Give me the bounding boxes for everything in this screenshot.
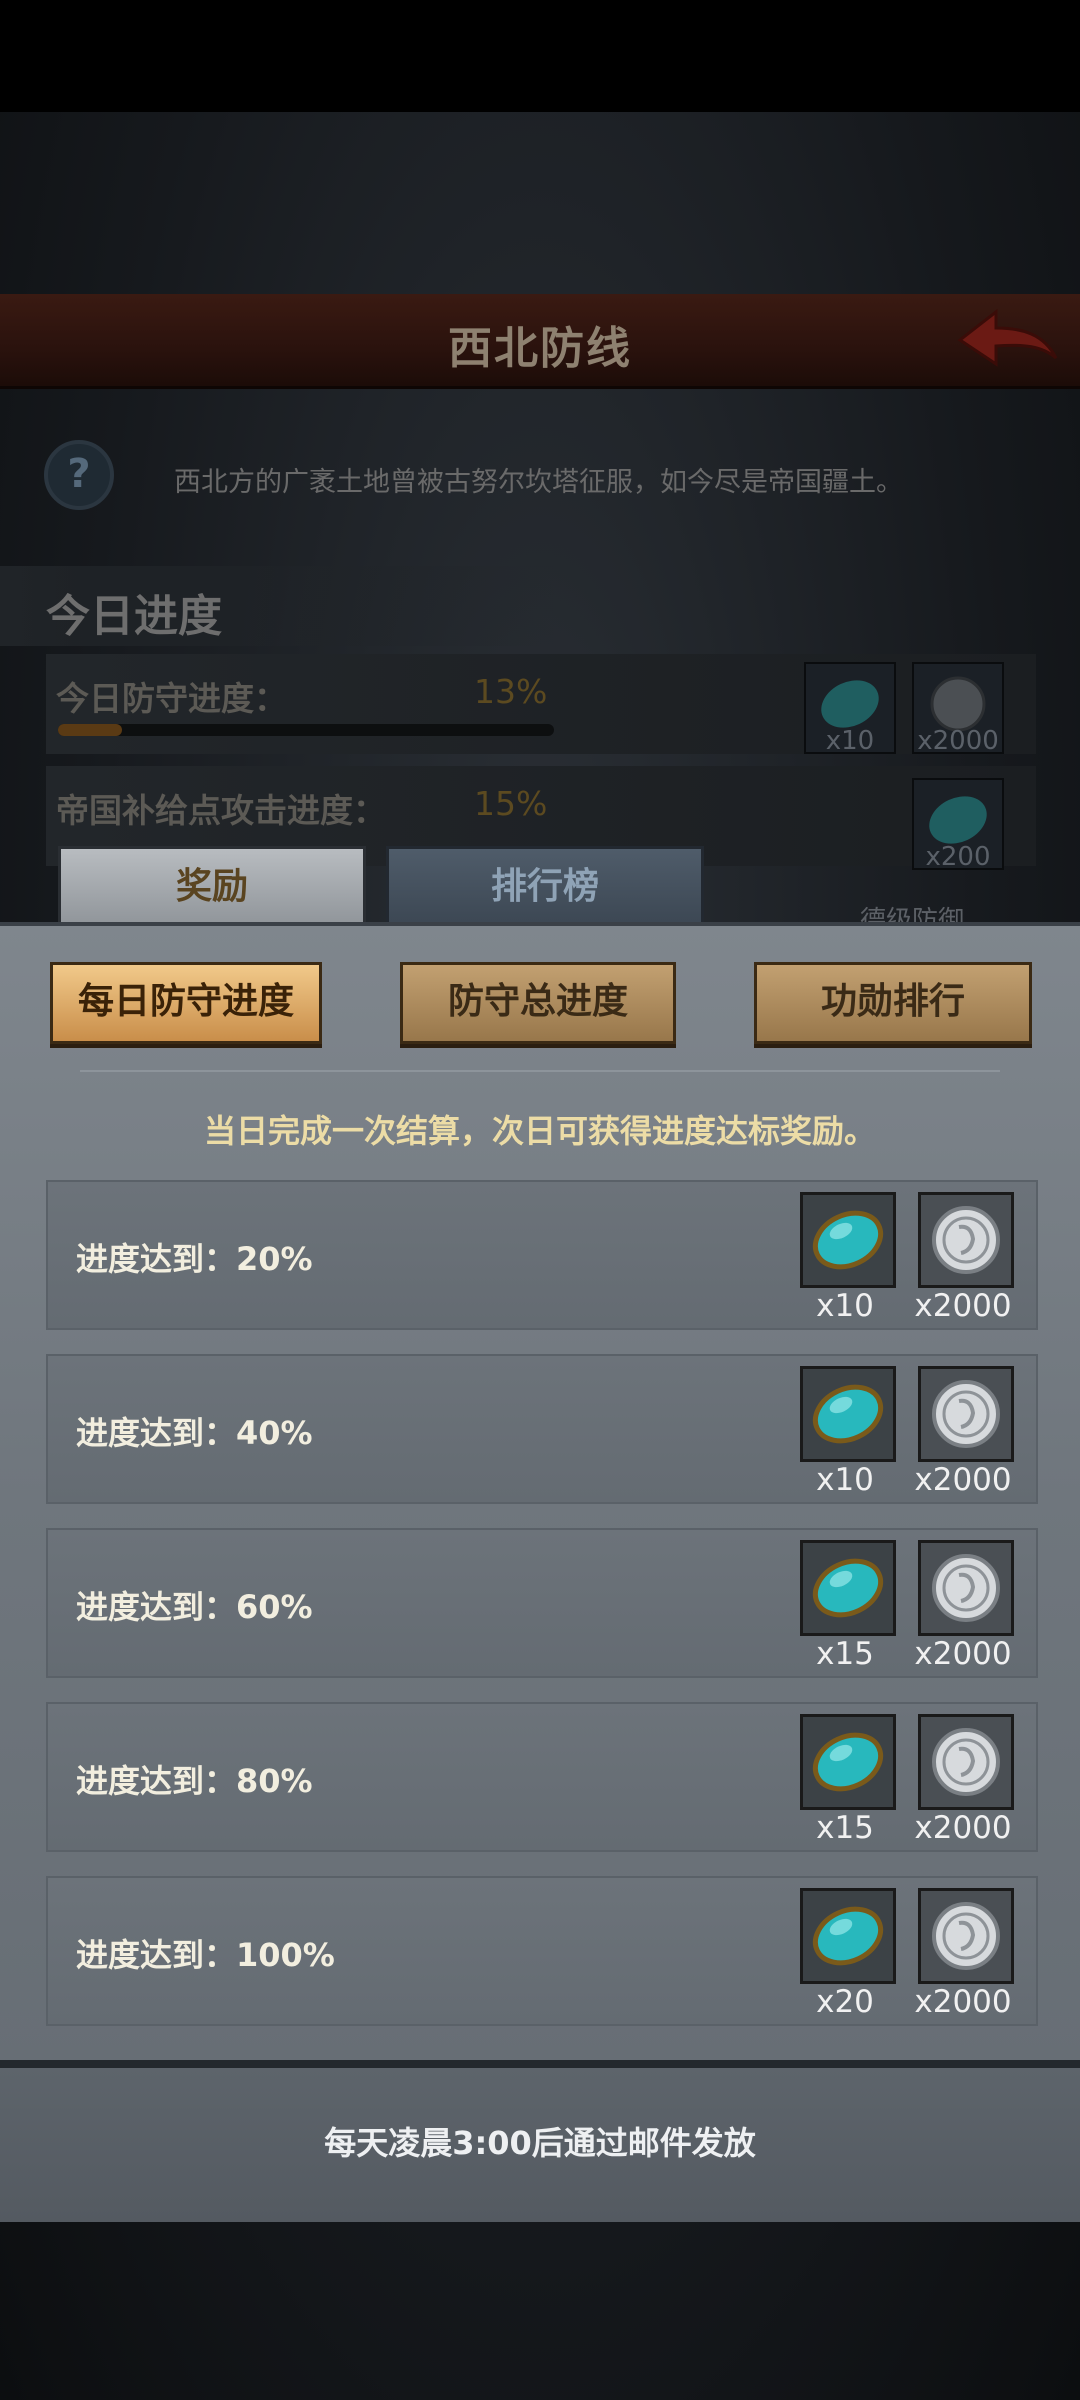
gem-quantity: x15 (816, 1636, 874, 1672)
coin-quantity: x2000 (914, 1462, 1012, 1498)
silver-coin-icon (932, 1902, 1000, 1970)
gem-item[interactable] (800, 1192, 896, 1288)
progress-label: 今日防守进度： (56, 679, 287, 718)
section-title: 今日进度 (46, 591, 222, 642)
gem-icon (812, 1906, 884, 1966)
progress-track (58, 724, 554, 736)
gem-slot[interactable]: x10 (804, 662, 896, 756)
description-text: 西北方的广袤土地曾被古努尔坎塔征服，如今尽是帝国疆土。 (174, 467, 903, 498)
gem-slot[interactable]: x200 (912, 778, 1004, 872)
silver-coin-item[interactable] (918, 1888, 1014, 1984)
gem-icon (812, 1732, 884, 1792)
progress-percent: 15% (474, 784, 548, 823)
notice-text: 当日完成一次结算，次日可获得进度达标奖励。 (203, 1112, 876, 1150)
description-row: ? 西北方的广袤土地曾被古努尔坎塔征服，如今尽是帝国疆土。 (0, 420, 1080, 520)
reward-row: 进度达到：40% x10 x2000 (46, 1354, 1038, 1504)
silver-coin-icon (932, 1554, 1000, 1622)
divider (80, 1070, 1000, 1072)
gem-quantity: x10 (816, 1288, 874, 1324)
silver-coin-item[interactable] (918, 1714, 1014, 1810)
progress-fill (58, 724, 123, 736)
coin-quantity: x2000 (914, 1810, 1012, 1846)
gem-quantity: x200 (925, 842, 991, 872)
section-heading: 今日进度 (0, 566, 560, 646)
reward-row: 进度达到：100% x20 x2000 (46, 1876, 1038, 2026)
coin-quantity: x2000 (914, 1288, 1012, 1324)
silver-coin-item[interactable] (918, 1192, 1014, 1288)
coin-slot[interactable]: x2000 (912, 662, 1004, 756)
gem-icon (812, 1384, 884, 1444)
reward-threshold-label: 进度达到：20% (76, 1240, 313, 1278)
coin-quantity: x2000 (914, 1636, 1012, 1672)
gem-quantity: x10 (825, 726, 875, 756)
silver-coin-icon (932, 1728, 1000, 1796)
tab-leaderboard[interactable]: 排行榜 (386, 846, 704, 932)
gem-item[interactable] (800, 1888, 896, 1984)
daily-defense-progress-button[interactable]: 每日防守进度 (50, 962, 322, 1044)
reward-row: 进度达到：80% x15 x2000 (46, 1702, 1038, 1852)
reward-row: 进度达到：20% x10 x2000 (46, 1180, 1038, 1330)
gem-quantity: x10 (816, 1462, 874, 1498)
status-bar (0, 0, 1080, 112)
coin-quantity: x2000 (914, 1984, 1012, 2020)
gem-quantity: x20 (816, 1984, 874, 2020)
reward-threshold-label: 进度达到：60% (76, 1588, 313, 1626)
gem-icon (812, 1210, 884, 1270)
page-title: 西北防线 (448, 323, 632, 374)
gem-quantity: x15 (816, 1810, 874, 1846)
silver-coin-icon (932, 1380, 1000, 1448)
tab-reward[interactable]: 奖励 (58, 846, 366, 929)
reward-row: 进度达到：60% x15 x2000 (46, 1528, 1038, 1678)
silver-coin-item[interactable] (918, 1540, 1014, 1636)
title-bar: 西北防线 (0, 294, 1080, 389)
coin-quantity: x2000 (917, 726, 999, 756)
progress-label: 帝国补给点攻击进度： (56, 791, 386, 830)
gem-item[interactable] (800, 1714, 896, 1810)
reward-threshold-label: 进度达到：40% (76, 1414, 313, 1452)
progress-row: 今日防守进度： 13% x10 x2000 (46, 654, 1036, 756)
help-icon[interactable]: ? (44, 440, 114, 510)
progress-percent: 13% (474, 672, 548, 711)
gem-icon (812, 1558, 884, 1618)
mail-delivery-note: 每天凌晨3:00后通过邮件发放 (324, 2124, 756, 2162)
reward-threshold-label: 进度达到：80% (76, 1762, 313, 1800)
reward-threshold-label: 进度达到：100% (76, 1936, 335, 1974)
total-defense-progress-button[interactable]: 防守总进度 (400, 962, 676, 1044)
gem-item[interactable] (800, 1540, 896, 1636)
silver-coin-item[interactable] (918, 1366, 1014, 1462)
back-arrow-icon[interactable] (952, 306, 1062, 376)
gem-item[interactable] (800, 1366, 896, 1462)
merit-ranking-button[interactable]: 功勋排行 (754, 962, 1032, 1044)
silver-coin-icon (932, 1206, 1000, 1274)
